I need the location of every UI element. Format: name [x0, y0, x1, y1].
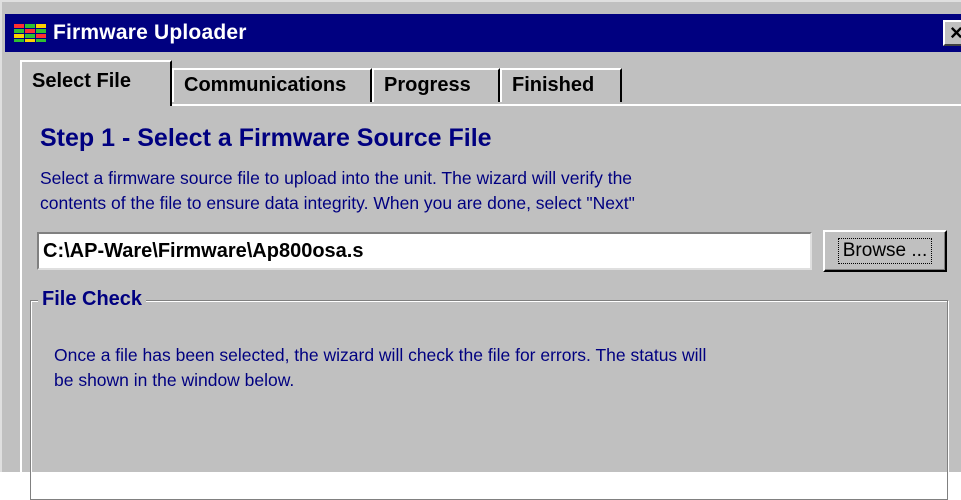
app-grid-icon	[13, 23, 47, 43]
file-check-description: Once a file has been selected, the wizar…	[54, 343, 914, 393]
file-check-line: be shown in the window below.	[54, 370, 295, 390]
tab-label: Finished	[512, 74, 595, 96]
file-path-input[interactable]	[37, 232, 812, 270]
close-icon: ×	[950, 20, 961, 45]
tab-label: Select File	[32, 70, 131, 92]
tab-label: Progress	[384, 74, 471, 96]
tab-label: Communications	[184, 74, 347, 96]
browse-button-label: Browse ...	[837, 238, 933, 264]
firmware-uploader-window: Firmware Uploader × Select File Communic…	[0, 0, 961, 500]
window-title: Firmware Uploader	[53, 21, 247, 44]
file-check-legend: File Check	[38, 288, 147, 311]
step-description-line: Select a firmware source file to upload …	[40, 168, 633, 188]
file-check-line: Once a file has been selected, the wizar…	[54, 345, 707, 365]
tab-select-file[interactable]: Select File	[20, 60, 172, 106]
step-description: Select a firmware source file to upload …	[40, 166, 840, 216]
tab-progress[interactable]: Progress	[372, 68, 500, 102]
file-check-groupbox	[30, 300, 948, 500]
tab-communications[interactable]: Communications	[172, 68, 372, 102]
close-button[interactable]: ×	[943, 20, 961, 46]
tab-finished[interactable]: Finished	[500, 68, 622, 102]
title-bar[interactable]: Firmware Uploader ×	[5, 14, 961, 52]
step-description-line: contents of the file to ensure data inte…	[40, 193, 635, 213]
step-title: Step 1 - Select a Firmware Source File	[40, 124, 492, 152]
browse-button[interactable]: Browse ...	[823, 230, 947, 272]
